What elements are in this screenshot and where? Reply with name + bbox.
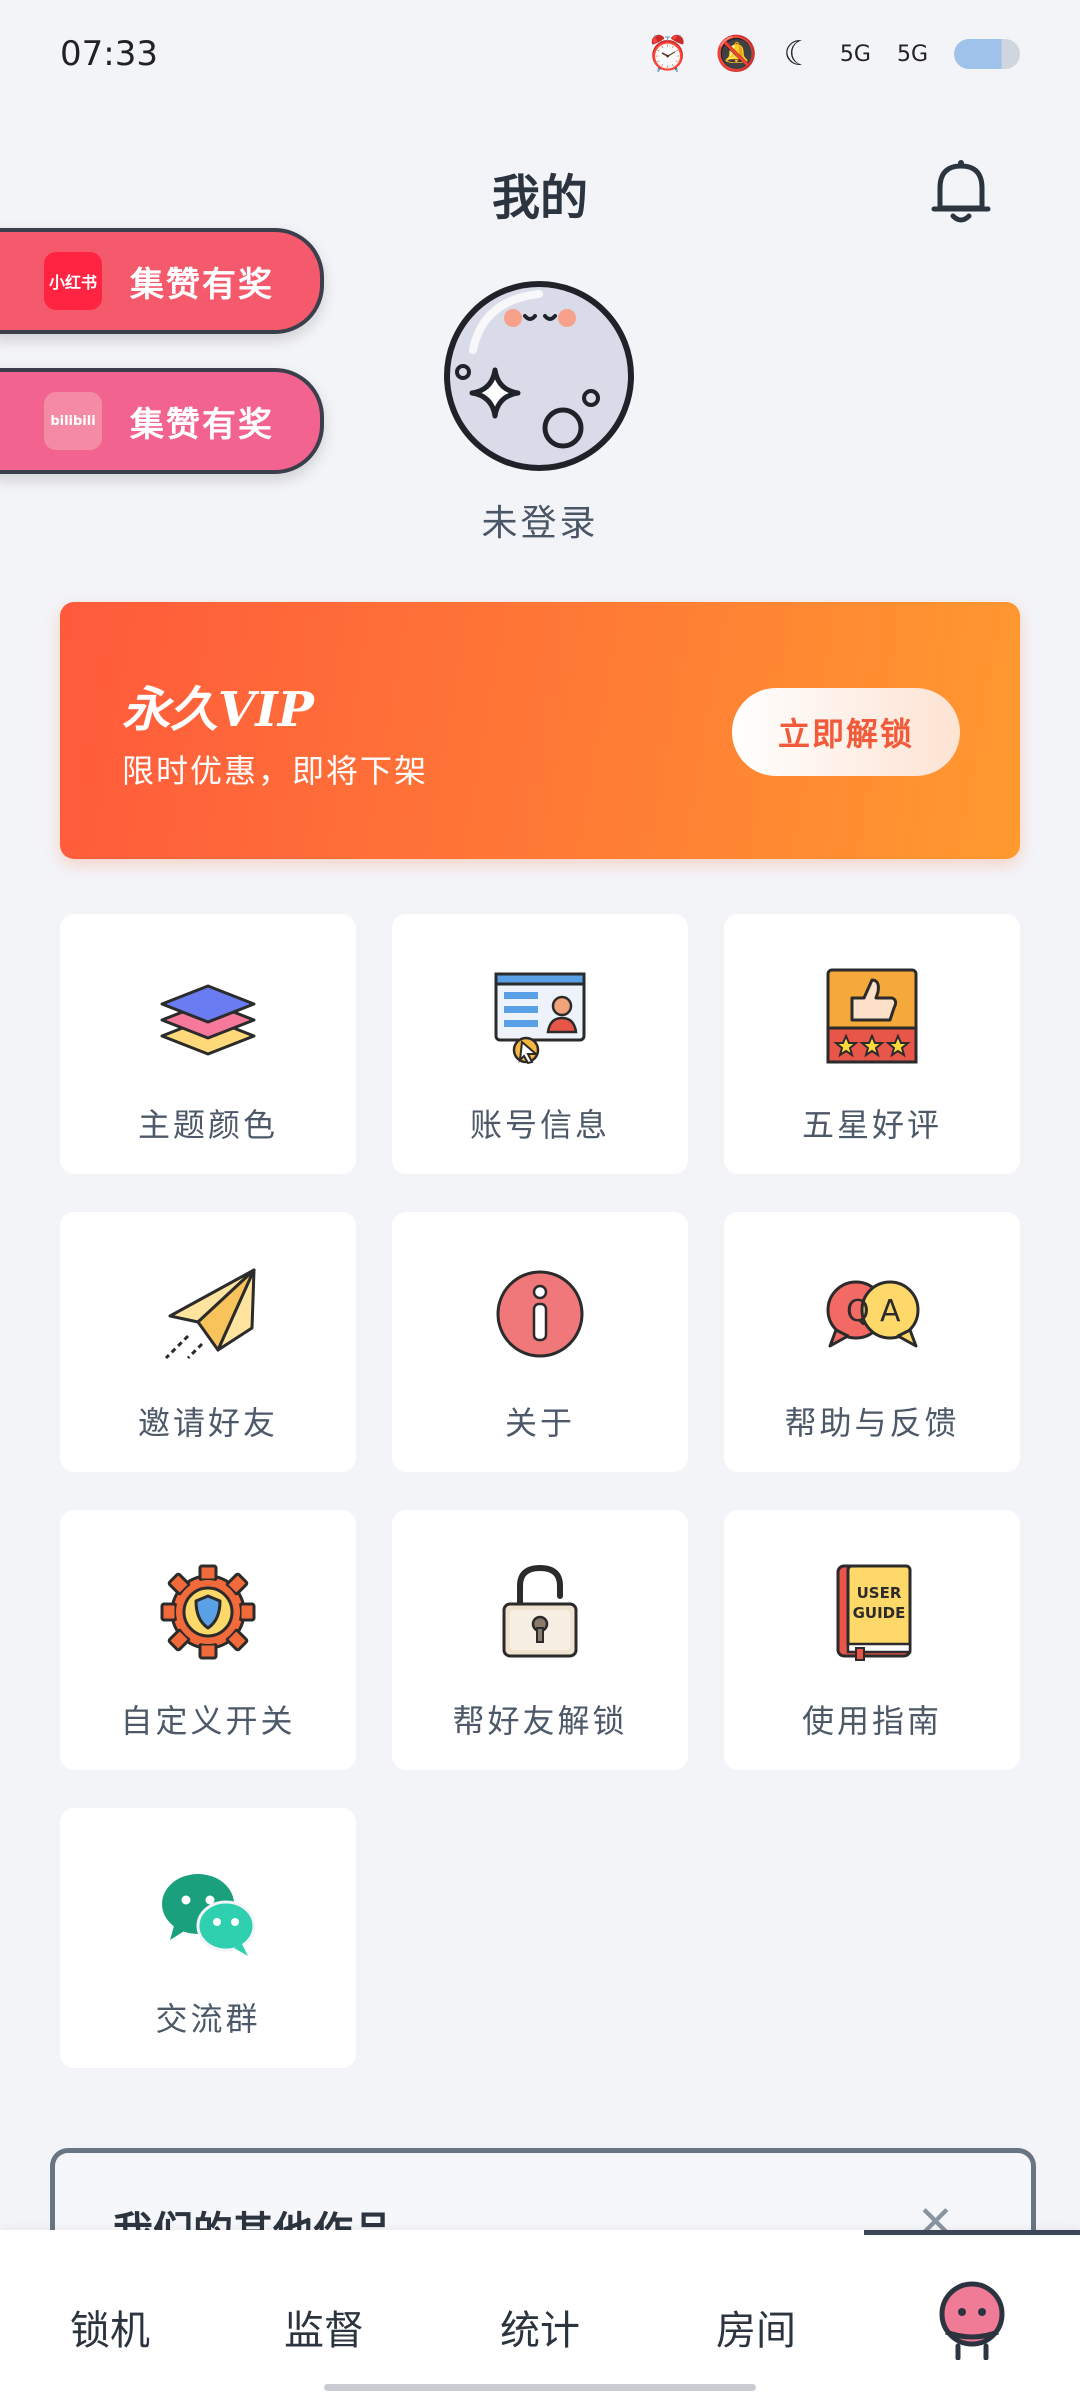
user-guide-book-icon: USER GUIDE xyxy=(836,1564,912,1661)
bilibili-logo-icon: bilibili xyxy=(44,392,102,450)
signal-icon-2: 5G xyxy=(896,41,928,67)
menu-item-label: 交流群 xyxy=(155,2000,261,2038)
menu-item-help-friend-unlock[interactable]: 帮好友解锁 xyxy=(392,1510,688,1770)
avatar[interactable] xyxy=(443,280,635,472)
menu-item-custom-switch[interactable]: 自定义开关 xyxy=(60,1510,356,1770)
menu-item-account-info[interactable]: 账号信息 xyxy=(392,914,688,1174)
menu-item-label: 邀请好友 xyxy=(137,1404,278,1442)
menu-item-label: 五星好评 xyxy=(801,1106,942,1144)
thumbs-up-stars-icon xyxy=(826,968,918,1064)
status-icons: ⏰ 🔕 ☾ 5G 5G xyxy=(647,32,1020,76)
info-icon xyxy=(496,1270,584,1358)
paper-plane-icon xyxy=(164,1268,256,1360)
account-card-icon xyxy=(494,972,586,1065)
tab-profile-icon[interactable] xyxy=(936,2280,1008,2360)
login-status-text[interactable]: 未登录 xyxy=(0,494,1080,546)
menu-item-five-star-review[interactable]: 五星好评 xyxy=(724,914,1020,1174)
page-title: 我的 xyxy=(491,170,588,226)
menu-item-label: 关于 xyxy=(504,1404,575,1442)
svg-text:A: A xyxy=(880,1294,901,1329)
bilibili-promo-button[interactable]: bilibili 集赞有奖 xyxy=(0,368,324,474)
signal-icon: 5G xyxy=(839,41,871,67)
status-bar: 07:33 ⏰ 🔕 ☾ 5G 5G xyxy=(0,0,1080,110)
vip-title: 永久VIP xyxy=(122,682,314,738)
tab-supervise[interactable]: 监督 xyxy=(264,2298,384,2356)
guide-text-line2: GUIDE xyxy=(853,1604,906,1622)
promo-label: 集赞有奖 xyxy=(130,404,274,445)
active-tab-indicator xyxy=(864,2230,1080,2235)
vip-subtitle: 限时优惠，即将下架 xyxy=(122,752,429,790)
vip-banner[interactable]: 永久VIP 限时优惠，即将下架 立即解锁 xyxy=(60,602,1020,859)
moon-icon: ☾ xyxy=(783,34,814,74)
bottom-tab-bar: 锁机 监督 统计 房间 xyxy=(0,2230,1080,2400)
menu-item-help-feedback[interactable]: Q A 帮助与反馈 xyxy=(724,1212,1020,1472)
tab-room[interactable]: 房间 xyxy=(696,2298,816,2356)
padlock-icon xyxy=(502,1564,578,1658)
menu-item-label: 自定义开关 xyxy=(120,1702,296,1740)
xiaohongshu-logo-icon: 小红书 xyxy=(44,252,102,310)
tab-lock[interactable]: 锁机 xyxy=(50,2298,170,2356)
menu-item-label: 主题颜色 xyxy=(137,1106,278,1144)
menu-item-invite-friends[interactable]: 邀请好友 xyxy=(60,1212,356,1472)
menu-item-chat-group[interactable]: 交流群 xyxy=(60,1808,356,2068)
gear-shield-icon xyxy=(160,1564,256,1660)
menu-item-label: 帮好友解锁 xyxy=(452,1702,628,1740)
alarm-icon: ⏰ xyxy=(646,34,690,74)
menu-item-about[interactable]: 关于 xyxy=(392,1212,688,1472)
menu-item-label: 账号信息 xyxy=(469,1106,610,1144)
menu-item-label: 使用指南 xyxy=(801,1702,942,1740)
mute-icon: 🔕 xyxy=(715,34,758,74)
tab-statistics[interactable]: 统计 xyxy=(480,2298,600,2356)
status-time: 07:33 xyxy=(60,34,158,74)
layers-icon xyxy=(160,984,256,1056)
wechat-icon xyxy=(162,1874,256,1956)
svg-text:Q: Q xyxy=(846,1294,870,1329)
promo-label: 集赞有奖 xyxy=(130,264,274,305)
xiaohongshu-promo-button[interactable]: 小红书 集赞有奖 xyxy=(0,228,324,334)
bell-icon[interactable] xyxy=(928,156,994,226)
qa-bubbles-icon: Q A xyxy=(826,1280,920,1348)
menu-item-theme-color[interactable]: 主题颜色 xyxy=(60,914,356,1174)
menu-item-user-guide[interactable]: USER GUIDE 使用指南 xyxy=(724,1510,1020,1770)
guide-text-line1: USER xyxy=(857,1584,902,1602)
home-indicator xyxy=(324,2384,756,2391)
unlock-now-button[interactable]: 立即解锁 xyxy=(732,688,960,776)
battery-icon xyxy=(954,39,1020,69)
menu-item-label: 帮助与反馈 xyxy=(784,1404,960,1442)
